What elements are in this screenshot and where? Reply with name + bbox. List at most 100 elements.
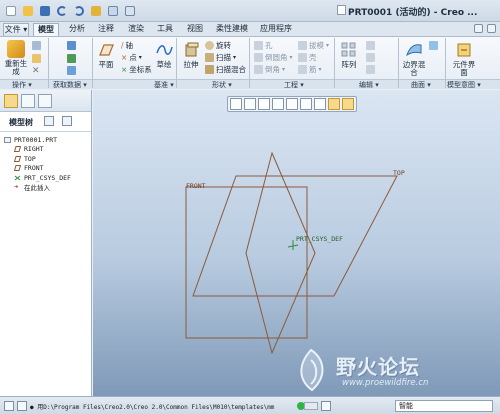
tree-node-front[interactable]: FRONT <box>0 164 91 174</box>
tree-node-right[interactable]: RIGHT <box>0 145 91 155</box>
chamfer-button[interactable]: 倒角 ▾ <box>254 64 285 75</box>
get-data-button-2[interactable] <box>67 54 76 63</box>
tab-render[interactable]: 渲染 <box>124 23 148 36</box>
group-operations[interactable]: 操作 ▾ <box>12 80 32 90</box>
rib-icon <box>298 65 307 74</box>
datum-plane-front <box>185 186 308 339</box>
revolve-button[interactable]: 旋转 <box>205 40 231 51</box>
close-window-icon[interactable] <box>122 3 137 18</box>
component-interface-button[interactable]: 元件界面 <box>451 41 477 77</box>
redo-icon[interactable] <box>71 3 86 18</box>
axis-label: 轴 <box>125 41 134 50</box>
tab-flexible-modeling[interactable]: 柔性建模 <box>213 23 251 36</box>
swept-blend-button[interactable]: 扫描混合 <box>205 64 246 75</box>
watermark-url: www.proewildfire.cn <box>342 378 429 388</box>
tree-columns-icon[interactable] <box>62 116 72 126</box>
chevron-down-icon: ▾ <box>326 42 330 49</box>
group-editing[interactable]: 编辑 ▾ <box>359 80 379 90</box>
datum-plane-top <box>192 175 398 297</box>
folder-browser-tab-icon[interactable] <box>21 94 35 108</box>
group-surfaces[interactable]: 曲面 ▾ <box>411 80 431 90</box>
tab-analysis[interactable]: 分析 <box>65 23 89 36</box>
style-button[interactable] <box>429 41 438 50</box>
browser-toggle-icon[interactable] <box>17 401 27 411</box>
tab-applications[interactable]: 应用程序 <box>257 23 295 36</box>
get-data-button-3[interactable] <box>67 66 76 75</box>
draft-button[interactable]: 拔模 ▾ <box>298 40 329 51</box>
regenerate-button[interactable]: 重新生成 <box>4 40 28 76</box>
minimize-ribbon-icon[interactable] <box>474 24 483 33</box>
hole-button[interactable]: 孔 <box>254 40 273 51</box>
pattern-button[interactable]: 阵列 <box>338 41 360 69</box>
help-icon[interactable] <box>487 24 496 33</box>
group-divider <box>176 38 177 88</box>
plane-button[interactable]: 平面 <box>96 41 116 69</box>
copy-button[interactable] <box>32 41 41 50</box>
selection-filter-dropdown[interactable]: 智能 <box>395 400 493 412</box>
model-tree-header: 模型树 <box>0 112 91 132</box>
tree-node-csys[interactable]: PRT_CSYS_DEF <box>0 173 91 183</box>
group-divider <box>334 38 335 88</box>
tree-node-label: PRT_CSYS_DEF <box>24 173 71 182</box>
tree-node-part[interactable]: PRT0001.PRT <box>0 135 91 145</box>
ribbon-tab-bar: 文件 ▾ 模型 分析 注释 渲染 工具 视图 柔性建模 应用程序 <box>0 22 500 36</box>
round-button[interactable]: 倒圆角 ▾ <box>254 52 293 63</box>
boundary-blend-label: 边界混合 <box>402 60 426 77</box>
tab-annotate[interactable]: 注释 <box>94 23 118 36</box>
plane-label-front: FRONT <box>186 182 206 190</box>
sketch-button[interactable]: 草绘 <box>154 41 174 69</box>
csys-button[interactable]: ⨯ 坐标系 <box>121 64 152 75</box>
extrude-big-icon <box>185 42 199 57</box>
extrude-label: 拉伸 <box>183 60 199 69</box>
tab-tools[interactable]: 工具 <box>153 23 177 36</box>
navigator-panel: 模型树 PRT0001.PRT RIGHT TOP FRONT PRT_CSYS… <box>0 90 92 396</box>
csys-icon <box>14 175 21 181</box>
datum-plane-icon <box>13 165 22 172</box>
axis-button[interactable]: / 轴 <box>121 40 133 51</box>
tree-node-label: 在此插入 <box>24 184 50 193</box>
watermark: 野火论坛 www.proewildfire.cn <box>288 346 498 396</box>
extrude-button[interactable]: 拉伸 <box>180 41 202 69</box>
open-icon[interactable] <box>20 3 35 18</box>
boundary-blend-button[interactable]: 边界混合 <box>402 41 426 77</box>
new-icon[interactable] <box>3 3 18 18</box>
group-get-data[interactable]: 获取数据 ▾ <box>53 80 87 90</box>
point-button[interactable]: × 点 ▾ <box>121 52 142 63</box>
navigator-toggle-icon[interactable] <box>4 401 14 411</box>
sweep-button[interactable]: 扫描 ▾ <box>205 52 236 63</box>
chamfer-icon <box>254 65 263 74</box>
group-datum[interactable]: 基准 ▾ <box>154 80 174 90</box>
find-icon[interactable] <box>321 401 331 411</box>
group-shapes[interactable]: 形状 ▾ <box>212 80 232 90</box>
group-model-intent[interactable]: 模型意图 ▾ <box>447 80 481 90</box>
model-tree-tab-icon[interactable] <box>4 94 18 108</box>
undo-icon[interactable] <box>54 3 69 18</box>
regenerate-icon[interactable] <box>88 3 103 18</box>
get-data-button-1[interactable] <box>67 41 76 50</box>
tree-node-insert-here[interactable]: ➜ 在此插入 <box>0 183 91 193</box>
rib-button[interactable]: 筋 ▾ <box>298 64 322 75</box>
quick-access-toolbar <box>3 3 137 18</box>
tree-settings-icon[interactable] <box>44 116 54 126</box>
group-divider <box>48 38 49 88</box>
round-label: 倒圆角 <box>265 53 288 62</box>
trim-icon <box>366 65 375 74</box>
paste-button[interactable] <box>32 54 41 63</box>
extend-icon <box>366 53 375 62</box>
document-icon <box>337 5 346 15</box>
favorites-tab-icon[interactable] <box>38 94 52 108</box>
edit-button-2[interactable] <box>366 53 375 62</box>
windows-icon[interactable] <box>105 3 120 18</box>
status-indicator <box>304 402 318 410</box>
tab-file[interactable]: 文件 ▾ <box>3 23 29 36</box>
edit-button-1[interactable] <box>366 41 375 50</box>
save-icon[interactable] <box>37 3 52 18</box>
shell-button[interactable]: 壳 <box>298 52 317 63</box>
delete-button[interactable]: ✕ <box>32 66 40 76</box>
group-engineering[interactable]: 工程 ▾ <box>284 80 304 90</box>
tab-model[interactable]: 模型 <box>33 23 59 36</box>
tab-view[interactable]: 视图 <box>183 23 207 36</box>
edit-button-3[interactable] <box>366 65 375 74</box>
copy-geometry-icon <box>67 41 76 50</box>
tree-node-top[interactable]: TOP <box>0 154 91 164</box>
